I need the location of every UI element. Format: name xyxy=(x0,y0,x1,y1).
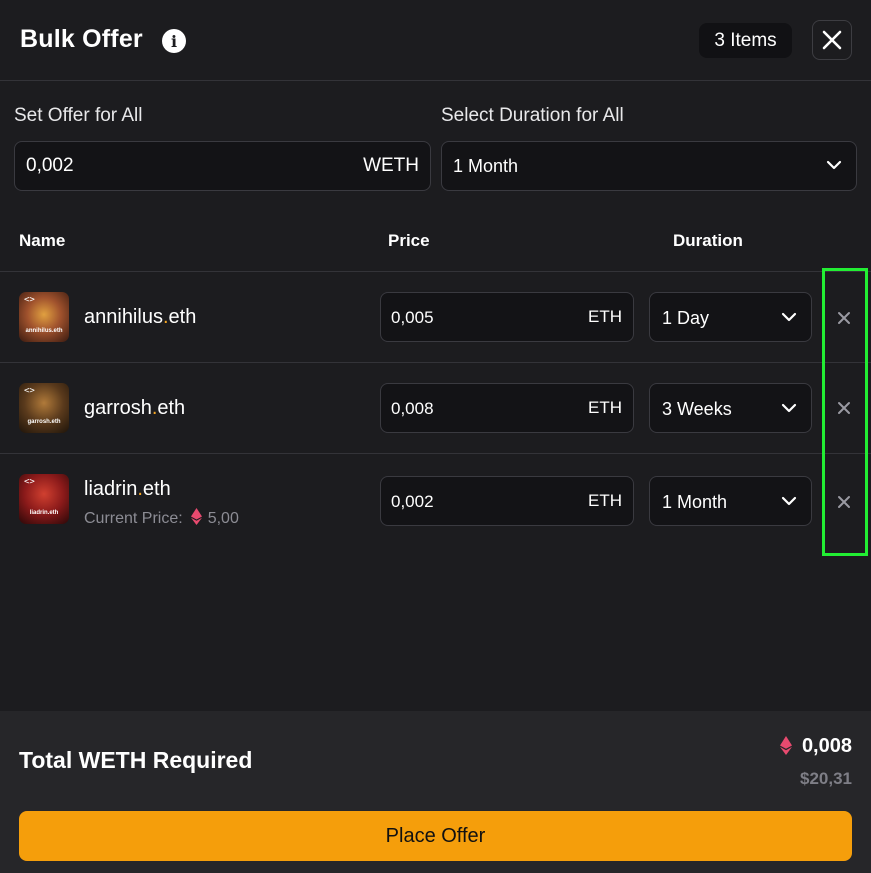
items-count-badge: 3 Items xyxy=(699,23,792,58)
price-input[interactable]: 0,008 ETH xyxy=(380,383,634,433)
ens-logo-icon: <> xyxy=(24,386,35,396)
item-name: garrosh.eth xyxy=(84,397,186,419)
remove-item-button[interactable] xyxy=(834,492,854,512)
total-usd: $20,31 xyxy=(800,769,852,788)
avatar-label: liadrin.eth xyxy=(29,510,59,516)
price-unit: ETH xyxy=(588,491,622,510)
table-row: <> liadrin.eth liadrin.eth Current Price… xyxy=(0,454,871,544)
duration-select[interactable]: 1 Month xyxy=(649,476,812,526)
duration-select[interactable]: 3 Weeks xyxy=(649,383,812,433)
duration-all-select[interactable]: 1 Month xyxy=(441,141,857,191)
price-unit: ETH xyxy=(588,307,622,326)
offer-all-value: 0,002 xyxy=(26,155,74,176)
offer-all-unit: WETH xyxy=(363,155,419,176)
duration-value: 3 Weeks xyxy=(662,399,732,419)
column-duration: Duration xyxy=(673,231,743,250)
chevron-down-icon xyxy=(781,403,797,413)
chevron-down-icon xyxy=(826,160,842,170)
place-offer-button[interactable]: Place Offer xyxy=(19,811,852,861)
column-price: Price xyxy=(388,231,430,250)
item-name: annihilus.eth xyxy=(84,306,197,328)
offer-all-input[interactable]: 0,002 WETH xyxy=(14,141,431,191)
item-name: liadrin.eth xyxy=(84,478,171,500)
close-icon xyxy=(838,496,850,508)
close-icon xyxy=(822,30,842,50)
close-icon xyxy=(838,312,850,324)
remove-item-button[interactable] xyxy=(834,308,854,328)
ens-logo-icon: <> xyxy=(24,295,35,305)
current-price-value: 5,00 xyxy=(207,510,239,527)
chevron-down-icon xyxy=(781,496,797,506)
current-price: Current Price: 5,00 xyxy=(84,508,239,528)
eth-icon xyxy=(779,736,792,755)
table-row: <> garrosh.eth garrosh.eth 0,008 ETH 3 W… xyxy=(0,363,871,453)
total-eth: 0,008 xyxy=(779,735,852,758)
select-duration-all-label: Select Duration for All xyxy=(441,105,624,126)
duration-all-value: 1 Month xyxy=(453,156,519,176)
modal-footer: Total WETH Required 0,008 $20,31 Place O… xyxy=(0,711,871,873)
price-input[interactable]: 0,002 ETH xyxy=(380,476,634,526)
current-price-label: Current Price: xyxy=(84,510,183,527)
total-label: Total WETH Required xyxy=(19,747,253,773)
modal-header: Bulk Offer i 3 Items xyxy=(0,0,871,81)
column-name: Name xyxy=(19,231,66,250)
bulk-offer-modal: Bulk Offer i 3 Items Set Offer for All S… xyxy=(0,0,871,873)
price-value: 0,008 xyxy=(391,399,434,418)
eth-icon xyxy=(190,508,202,525)
close-button[interactable] xyxy=(812,20,852,60)
avatar: <> garrosh.eth xyxy=(19,383,69,433)
table-row: <> annihilus.eth annihilus.eth 0,005 ETH… xyxy=(0,272,871,362)
remove-item-button[interactable] xyxy=(834,398,854,418)
duration-value: 1 Month xyxy=(662,492,728,512)
avatar: <> annihilus.eth xyxy=(19,292,69,342)
duration-value: 1 Day xyxy=(662,308,710,328)
info-icon[interactable]: i xyxy=(162,29,186,53)
avatar-label: annihilus.eth xyxy=(25,328,63,334)
close-icon xyxy=(838,402,850,414)
set-offer-all-label: Set Offer for All xyxy=(14,105,143,126)
avatar: <> liadrin.eth xyxy=(19,474,69,524)
price-unit: ETH xyxy=(588,398,622,417)
price-value: 0,005 xyxy=(391,308,434,327)
modal-title: Bulk Offer xyxy=(20,25,143,53)
total-eth-value: 0,008 xyxy=(801,735,852,757)
price-value: 0,002 xyxy=(391,492,434,511)
chevron-down-icon xyxy=(781,312,797,322)
price-input[interactable]: 0,005 ETH xyxy=(380,292,634,342)
duration-select[interactable]: 1 Day xyxy=(649,292,812,342)
ens-logo-icon: <> xyxy=(24,477,35,487)
avatar-label: garrosh.eth xyxy=(27,419,61,425)
